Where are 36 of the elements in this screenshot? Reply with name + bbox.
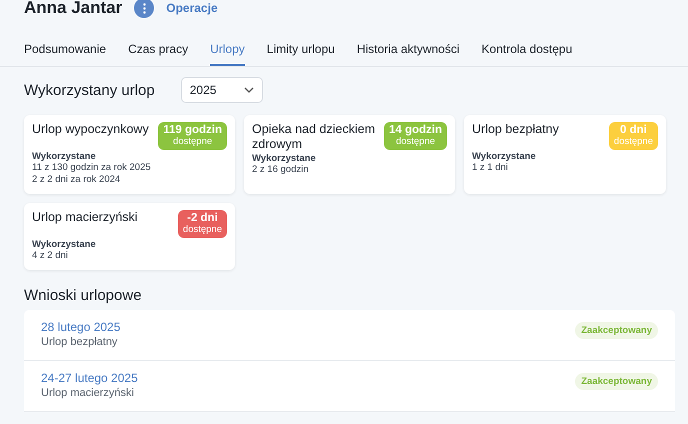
chevron-down-icon: [244, 87, 254, 93]
status-badge: Zaakceptowany: [575, 373, 658, 390]
used-label: Wykorzystane: [252, 153, 317, 164]
more-icon[interactable]: [134, 0, 154, 18]
section-title: Wnioski urlopowe: [24, 287, 142, 304]
usage-text: 4 z 2 dni: [32, 250, 69, 262]
status-badge: Zaakceptowany: [575, 322, 658, 339]
usage-text: 11 z 130 godzin za rok 2025: [32, 162, 152, 174]
tab[interactable]: Historia aktywności: [356, 39, 460, 66]
used-label: Wykorzystane: [32, 239, 97, 250]
year-select[interactable]: 2025: [180, 77, 263, 103]
section-title: Wykorzystany urlop: [24, 82, 155, 98]
tab[interactable]: Limity urlopu: [266, 39, 335, 66]
tab[interactable]: Czas pracy: [128, 39, 188, 66]
available-badge: 14 godzin dostępne: [384, 122, 447, 150]
operations-link[interactable]: Operacje: [166, 1, 218, 15]
usage-text: 1 z 1 dni: [472, 162, 509, 174]
leave-type-title: Urlop wypoczynkowy: [32, 122, 149, 137]
request-type: Urlop macierzyński: [41, 387, 135, 399]
used-label: Wykorzystane: [32, 151, 97, 162]
leave-type-title: Urlop macierzyński: [32, 210, 138, 225]
user-name: Anna Jantar: [24, 0, 122, 18]
usage-text: 2 z 2 dni za rok 2024: [32, 174, 122, 186]
request-date-link[interactable]: 24-27 lutego 2025: [41, 371, 138, 385]
usage-text: 2 z 16 godzin: [252, 164, 310, 176]
tab[interactable]: Podsumowanie: [24, 39, 106, 66]
leave-type-title: Urlop bezpłatny: [472, 122, 559, 137]
request-type: Urlop bezpłatny: [41, 336, 118, 348]
tab[interactable]: Kontrola dostępu: [482, 39, 572, 66]
available-badge: 0 dni dostępne: [608, 122, 658, 150]
tab[interactable]: Urlopy: [210, 39, 245, 66]
available-badge: -2 dni dostępne: [178, 210, 227, 238]
available-badge: 119 godzin dostępne: [158, 122, 227, 150]
leave-type-title: Opieka nad dzieckiem zdrowym: [252, 122, 376, 152]
request-date-link[interactable]: 28 lutego 2025: [41, 320, 120, 334]
used-label: Wykorzystane: [472, 151, 537, 162]
